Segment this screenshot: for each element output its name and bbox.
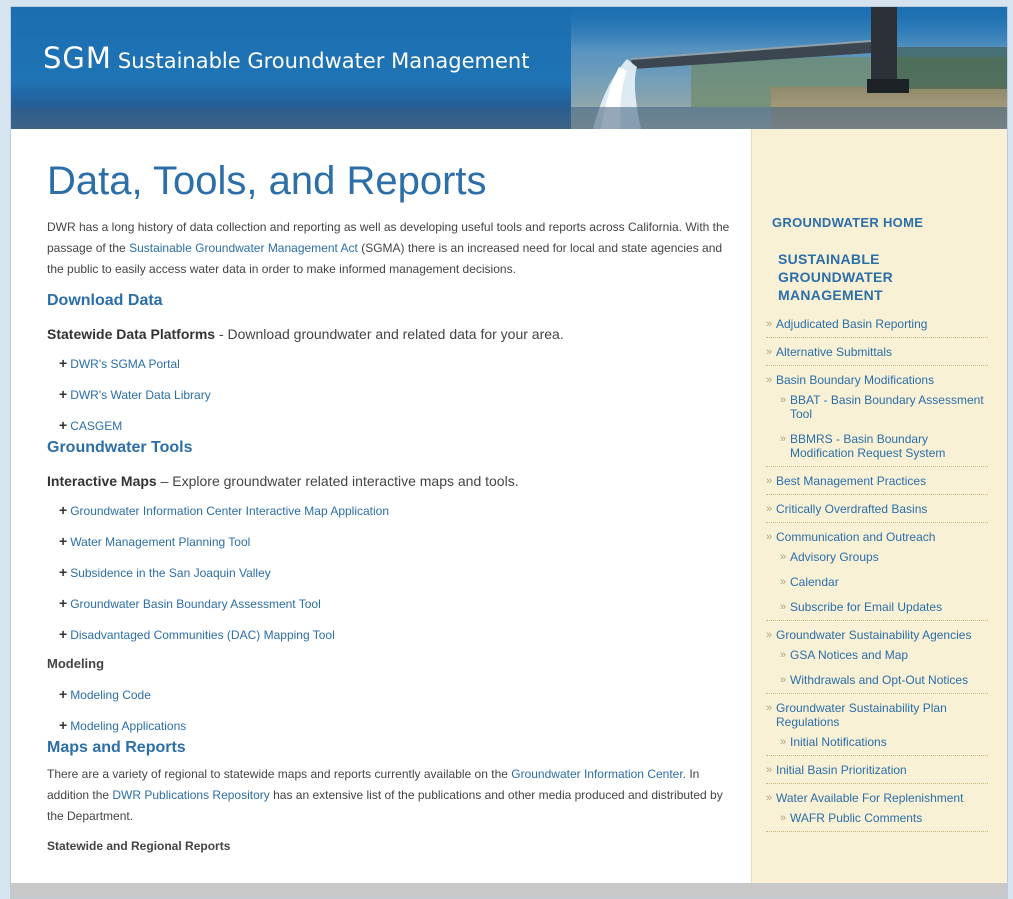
sidebar-subitem[interactable]: Advisory Groups xyxy=(766,550,988,564)
platforms-rest: - Download groundwater and related data … xyxy=(215,326,564,342)
main-content: Data, Tools, and Reports DWR has a long … xyxy=(47,157,737,856)
modeling-list: + Modeling Code + Modeling Applications xyxy=(47,684,737,736)
sidebar-item[interactable]: Communication and Outreach xyxy=(766,530,988,544)
sidebar-subitem[interactable]: Withdrawals and Opt-Out Notices xyxy=(766,673,988,687)
site-logo[interactable]: SGM Sustainable Groundwater Management xyxy=(43,41,529,75)
sidebar-item[interactable]: Groundwater Sustainability Plan Regulati… xyxy=(766,701,988,729)
sidebar-nav: GROUNDWATER HOME SUSTAINABLE GROUNDWATER… xyxy=(751,129,1007,898)
plus-icon: + xyxy=(59,595,68,611)
sidebar-item[interactable]: Initial Basin Prioritization xyxy=(766,763,988,777)
expand-item-bbat[interactable]: + Groundwater Basin Boundary Assessment T… xyxy=(47,593,737,614)
sidebar-item[interactable]: Basin Boundary Modifications xyxy=(766,373,988,387)
site-banner: SGM Sustainable Groundwater Management xyxy=(11,7,1007,129)
expand-item-planning-tool[interactable]: + Water Management Planning Tool xyxy=(47,531,737,552)
logo-fullname: Sustainable Groundwater Management xyxy=(117,49,530,73)
sidebar-item[interactable]: Adjudicated Basin Reporting xyxy=(766,317,988,331)
item-label: Modeling Code xyxy=(70,688,151,702)
sidebar-subitem[interactable]: WAFR Public Comments xyxy=(766,811,988,825)
item-label: Groundwater Basin Boundary Assessment To… xyxy=(70,597,321,611)
reports-text-1: There are a variety of regional to state… xyxy=(47,767,512,781)
horizontal-scrollbar[interactable] xyxy=(11,883,1007,898)
expand-item-dac-mapping[interactable]: + Disadvantaged Communities (DAC) Mapping… xyxy=(47,624,737,645)
sidebar-subitem[interactable]: GSA Notices and Map xyxy=(766,648,988,662)
sidebar-divider xyxy=(766,522,988,523)
expand-item-modeling-applications[interactable]: + Modeling Applications xyxy=(47,715,737,736)
item-label: Disadvantaged Communities (DAC) Mapping … xyxy=(70,628,335,642)
expand-item-gic-map[interactable]: + Groundwater Information Center Interact… xyxy=(47,500,737,521)
expand-item-casgem[interactable]: + CASGEM xyxy=(47,415,737,436)
reports-paragraph: There are a variety of regional to state… xyxy=(47,764,737,827)
page-title: Data, Tools, and Reports xyxy=(47,159,487,203)
download-list: + DWR's SGMA Portal + DWR's Water Data Lib… xyxy=(47,353,737,436)
item-label: DWR's SGMA Portal xyxy=(70,357,180,371)
sidebar-divider xyxy=(766,755,988,756)
sidebar-subitem[interactable]: Calendar xyxy=(766,575,988,589)
pump-pipe-photo xyxy=(571,7,1007,129)
sidebar-divider xyxy=(766,831,988,832)
item-label: Modeling Applications xyxy=(70,719,187,733)
tools-list: + Groundwater Information Center Interact… xyxy=(47,500,737,645)
plus-icon: + xyxy=(59,717,68,733)
sidebar-divider xyxy=(766,620,988,621)
expand-item-sgma-portal[interactable]: + DWR's SGMA Portal xyxy=(47,353,737,374)
plus-icon: + xyxy=(59,355,68,371)
groundwater-home-link[interactable]: GROUNDWATER HOME xyxy=(772,215,923,230)
sidebar-divider xyxy=(766,693,988,694)
gic-link[interactable]: Groundwater Information Center xyxy=(511,767,682,781)
item-label: Water Management Planning Tool xyxy=(70,535,251,549)
plus-icon: + xyxy=(59,502,68,518)
sidebar-divider xyxy=(766,494,988,495)
sidebar-divider xyxy=(766,337,988,338)
sidebar-subitem[interactable]: Subscribe for Email Updates xyxy=(766,600,988,614)
modeling-heading: Modeling xyxy=(47,656,105,671)
groundwater-tools-heading: Groundwater Tools xyxy=(47,439,193,456)
sidebar-divider xyxy=(766,365,988,366)
sidebar-subitem[interactable]: BBAT - Basin Boundary Assessment Tool xyxy=(766,393,988,421)
sidebar-item[interactable]: Best Management Practices xyxy=(766,474,988,488)
browser-page: SGM Sustainable Groundwater Management D… xyxy=(10,6,1008,899)
publications-repository-link[interactable]: DWR Publications Repository xyxy=(112,788,269,802)
platforms-line: Statewide Data Platforms - Download grou… xyxy=(47,324,737,344)
sidebar-item[interactable]: Critically Overdrafted Basins xyxy=(766,502,988,516)
platforms-bold: Statewide Data Platforms xyxy=(47,326,216,342)
item-label: Groundwater Information Center Interacti… xyxy=(70,504,390,518)
download-data-heading: Download Data xyxy=(47,292,163,309)
expand-item-modeling-code[interactable]: + Modeling Code xyxy=(47,684,737,705)
sidebar-item[interactable]: Alternative Submittals xyxy=(766,345,988,359)
expand-item-water-data-library[interactable]: + DWR's Water Data Library xyxy=(47,384,737,405)
sidebar-subitem[interactable]: BBMRS - Basin Boundary Modification Requ… xyxy=(766,432,988,460)
intro-paragraph: DWR has a long history of data collectio… xyxy=(47,217,737,280)
sidebar-item[interactable]: Water Available For Replenishment xyxy=(766,791,988,805)
sgm-section-link[interactable]: SUSTAINABLE GROUNDWATER MANAGEMENT xyxy=(778,250,978,304)
plus-icon: + xyxy=(59,386,68,402)
sidebar-subitem[interactable]: Initial Notifications xyxy=(766,735,988,749)
item-label: Subsidence in the San Joaquin Valley xyxy=(70,566,271,580)
interactive-maps-line: Interactive Maps – Explore groundwater r… xyxy=(47,471,737,491)
item-label: DWR's Water Data Library xyxy=(70,388,211,402)
sidebar-list: Adjudicated Basin Reporting Alternative S… xyxy=(766,317,988,839)
sgma-act-link[interactable]: Sustainable Groundwater Management Act xyxy=(129,241,358,255)
sidebar-divider xyxy=(766,466,988,467)
plus-icon: + xyxy=(59,686,68,702)
sidebar-item[interactable]: Groundwater Sustainability Agencies xyxy=(766,628,988,642)
statewide-reports-heading: Statewide and Regional Reports xyxy=(47,839,231,853)
plus-icon: + xyxy=(59,533,68,549)
expand-item-subsidence[interactable]: + Subsidence in the San Joaquin Valley xyxy=(47,562,737,583)
plus-icon: + xyxy=(59,626,68,642)
maps-rest: – Explore groundwater related interactiv… xyxy=(156,473,519,489)
plus-icon: + xyxy=(59,417,68,433)
item-label: CASGEM xyxy=(70,419,123,433)
maps-reports-heading: Maps and Reports xyxy=(47,739,186,756)
logo-abbreviation: SGM xyxy=(43,41,112,75)
plus-icon: + xyxy=(59,564,68,580)
maps-bold: Interactive Maps xyxy=(47,473,157,489)
sidebar-divider xyxy=(766,783,988,784)
